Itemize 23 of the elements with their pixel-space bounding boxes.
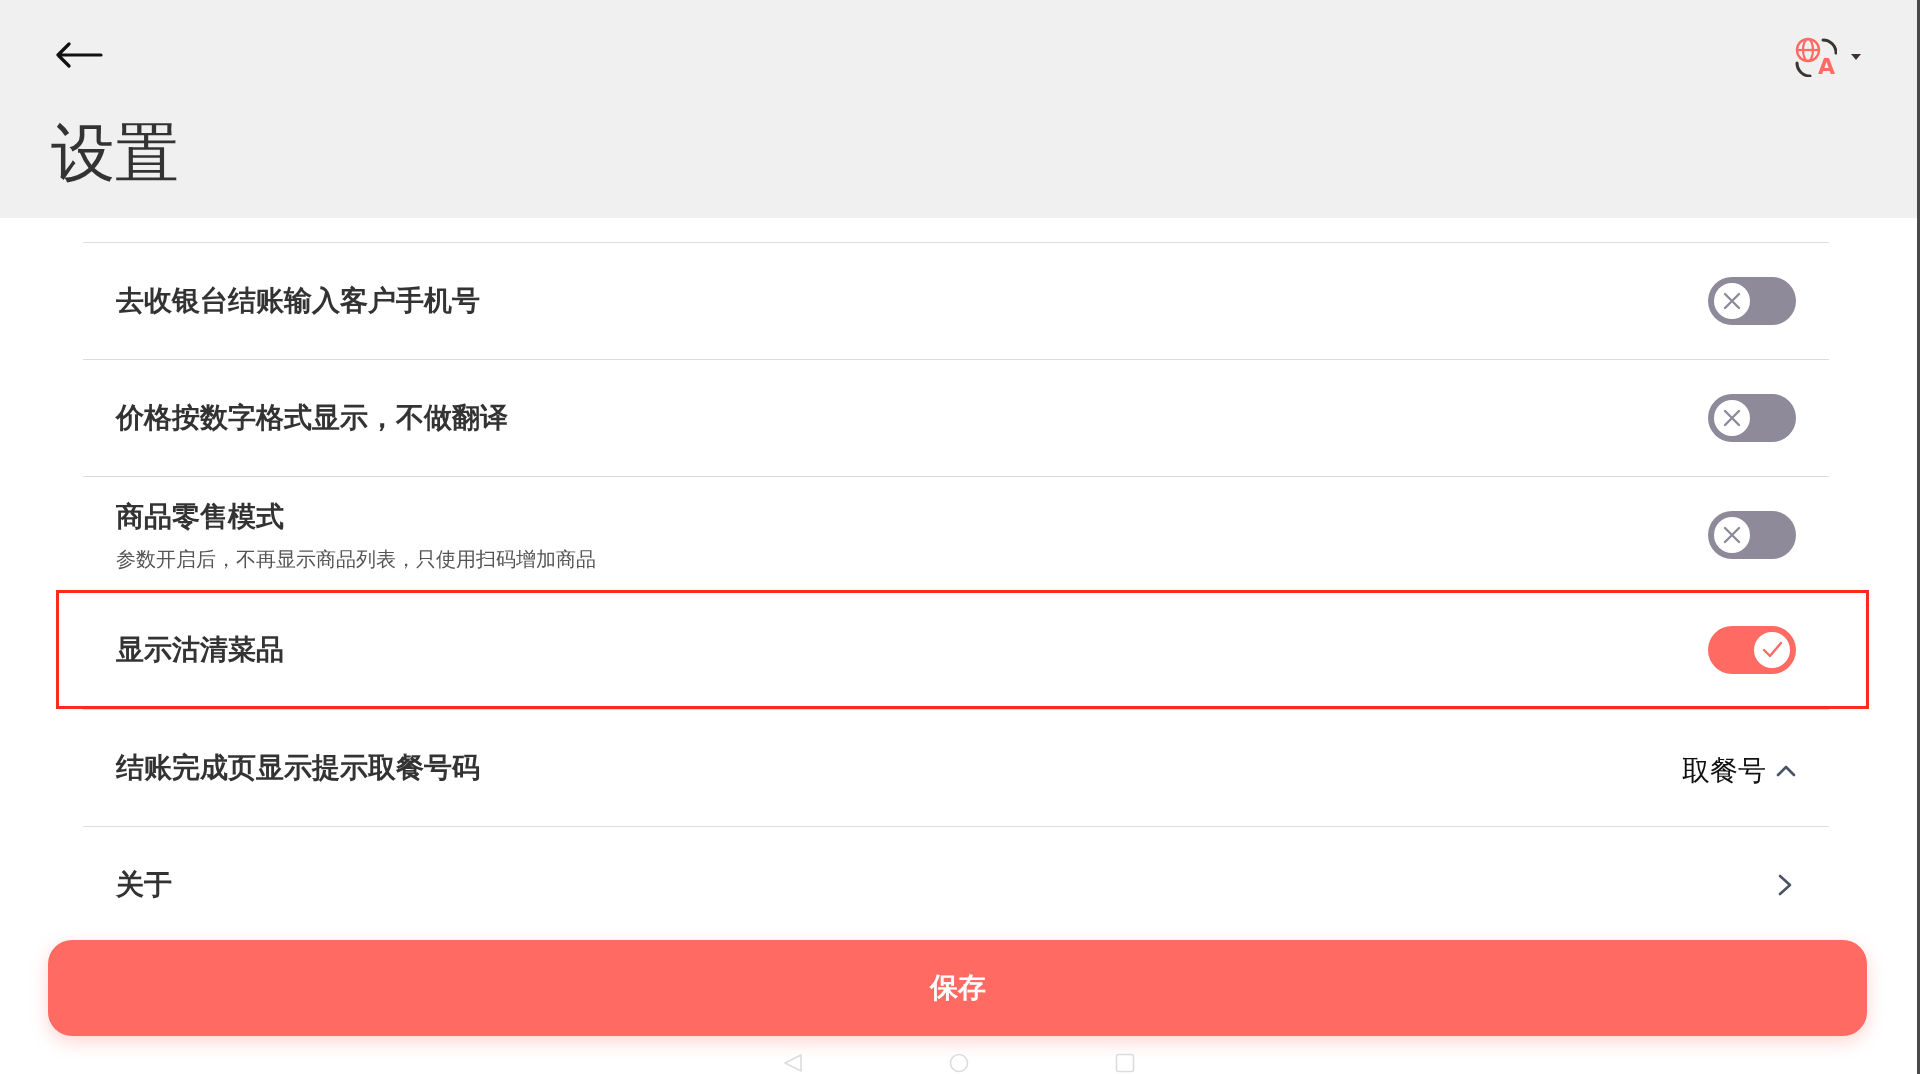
setting-label: 关于 [116, 867, 172, 903]
language-button[interactable]: A [1795, 37, 1861, 77]
caret-down-icon [1851, 54, 1861, 60]
setting-label: 显示沽清菜品 [116, 631, 284, 668]
setting-label: 结账完成页显示提示取餐号码 [116, 750, 480, 786]
cross-icon [1714, 517, 1750, 553]
setting-label: 去收银台结账输入客户手机号 [116, 283, 480, 319]
chevron-right-icon[interactable] [1778, 874, 1792, 896]
dropdown-select[interactable]: 取餐号 [1682, 753, 1796, 789]
save-button[interactable]: 保存 [48, 940, 1867, 1036]
setting-label: 商品零售模式 [116, 498, 284, 535]
cross-icon [1714, 400, 1750, 436]
cross-icon [1714, 283, 1750, 319]
setting-label: 价格按数字格式显示，不做翻译 [116, 400, 508, 436]
setting-description: 参数开启后，不再显示商品列表，只使用扫码增加商品 [116, 545, 596, 572]
toggle-switch[interactable] [1708, 394, 1796, 442]
toggle-switch[interactable] [1708, 511, 1796, 559]
toggle-switch[interactable] [1708, 625, 1796, 674]
check-icon [1754, 631, 1790, 668]
page-title: 设置 [51, 115, 180, 191]
globe-icon [1795, 37, 1837, 77]
toggle-switch[interactable] [1708, 277, 1796, 325]
back-arrow-icon[interactable] [55, 42, 103, 68]
